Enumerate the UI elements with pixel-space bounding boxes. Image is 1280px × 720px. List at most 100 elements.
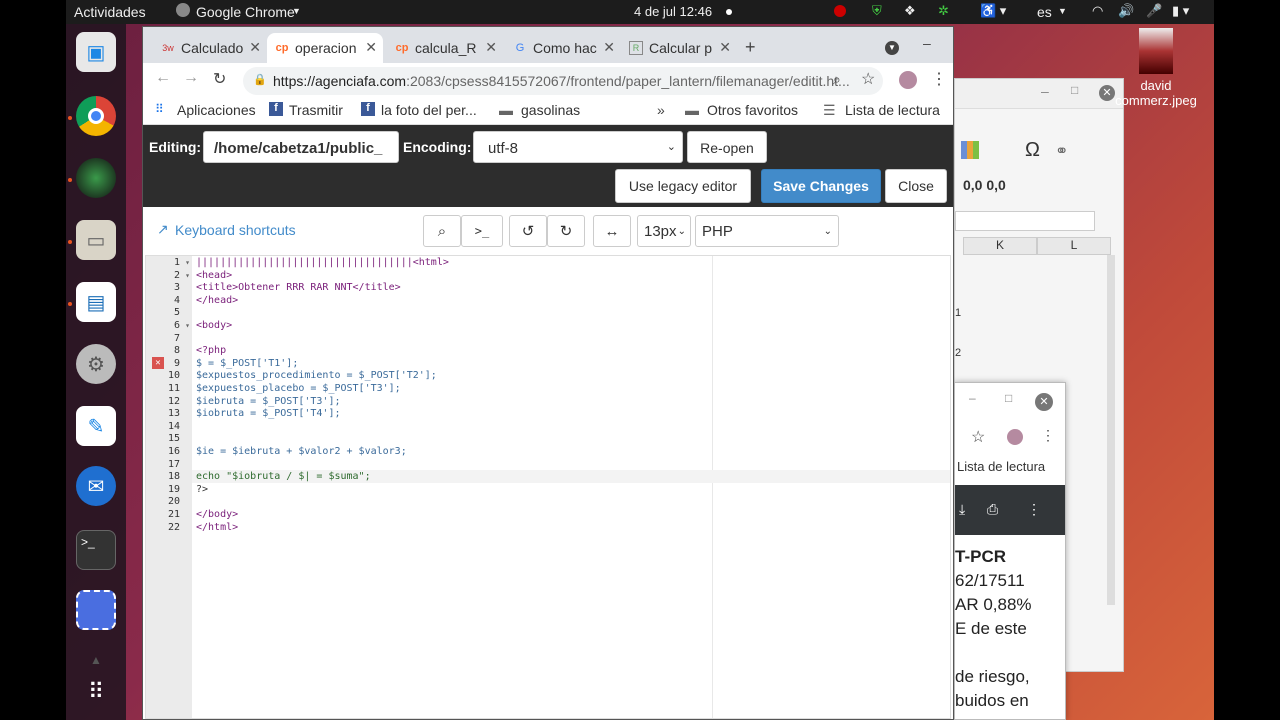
download-icon[interactable]: ⤓: [959, 501, 965, 518]
reopen-button[interactable]: Re-open: [687, 131, 767, 163]
fold-arrow-icon[interactable]: ▾: [185, 321, 190, 330]
minimize-icon[interactable]: –: [923, 35, 931, 51]
mic-icon[interactable]: 🎤: [1146, 3, 1162, 19]
close-tab-icon[interactable]: ✕: [603, 39, 615, 56]
formula-input[interactable]: [955, 211, 1095, 231]
camera-app-icon[interactable]: [76, 158, 116, 198]
omega-icon[interactable]: Ω: [1025, 139, 1040, 162]
goto-line-button[interactable]: >_: [461, 215, 503, 247]
shield-icon[interactable]: ⛨: [872, 3, 882, 19]
code-line[interactable]: $iobruta = $_POST['T4'];: [196, 408, 341, 419]
apps-icon[interactable]: ⠿: [155, 102, 164, 116]
text-editor-icon[interactable]: ✎: [76, 406, 116, 446]
desktop-file-icon[interactable]: david commerz.jpeg: [1106, 28, 1206, 108]
software-store-icon[interactable]: ▣: [76, 32, 116, 72]
menu-icon[interactable]: ⋮: [1041, 427, 1055, 444]
extension-icon[interactable]: ✲: [938, 3, 949, 19]
new-tab-icon[interactable]: +: [745, 37, 756, 58]
writer-icon[interactable]: ▤: [76, 282, 116, 322]
app-grid-icon[interactable]: ⠿: [76, 672, 116, 712]
error-icon[interactable]: ✕: [152, 357, 164, 369]
back-icon[interactable]: ←: [155, 69, 171, 87]
app-menu[interactable]: Google Chrome: [196, 4, 295, 20]
files-icon[interactable]: ▭: [76, 220, 116, 260]
avatar[interactable]: [1007, 429, 1023, 445]
code-line[interactable]: ?>: [196, 484, 208, 495]
bookmark-lista-lectura[interactable]: Lista de lectura: [845, 102, 940, 118]
code-editor[interactable]: 1 ▾ 2 ▾ 3 4 5 6 ▾ 7 8 9 10 11 12 13 14 15 16 17 18 19 20 21 22 ✕…: [145, 255, 951, 719]
record-icon[interactable]: [834, 5, 846, 17]
code-line[interactable]: <title>Obtener RRR RAR NNT</title>: [196, 282, 401, 293]
undo-button[interactable]: ↺: [509, 215, 547, 247]
link-icon[interactable]: ⚭: [1055, 141, 1068, 161]
clock[interactable]: 4 de jul 12:46: [634, 4, 712, 19]
close-tab-icon[interactable]: ✕: [365, 39, 377, 56]
code-line[interactable]: $iebruta = $_POST['T3'];: [196, 396, 341, 407]
code-line[interactable]: <head>: [196, 270, 232, 281]
reload-icon[interactable]: ↻: [213, 69, 226, 89]
bookmark-foto[interactable]: la foto del per...: [381, 102, 477, 118]
wrap-button[interactable]: ↔: [593, 215, 631, 247]
decimal-icon[interactable]: 0,0 0,0: [963, 177, 1006, 193]
col-header-l[interactable]: L: [1037, 237, 1111, 255]
close-icon[interactable]: ✕: [1035, 393, 1053, 411]
volume-icon[interactable]: 🔊: [1118, 3, 1134, 19]
encoding-select[interactable]: utf-8 ⌄: [473, 131, 683, 163]
code-line[interactable]: echo "$iobruta / $| = $suma";: [196, 471, 371, 482]
code-line[interactable]: <?php: [196, 345, 226, 356]
fold-arrow-icon[interactable]: ▾: [185, 258, 190, 267]
wifi-icon[interactable]: ◠: [1092, 3, 1103, 19]
chart-icon[interactable]: [961, 141, 979, 159]
forward-icon[interactable]: →: [183, 69, 199, 87]
save-changes-button[interactable]: Save Changes: [761, 169, 881, 203]
maximize-icon[interactable]: □: [1005, 391, 1012, 405]
bookmark-aplicaciones[interactable]: Aplicaciones: [177, 102, 256, 118]
minimize-icon[interactable]: –: [1041, 83, 1049, 99]
language-indicator[interactable]: es: [1037, 4, 1052, 20]
code-line[interactable]: </body>: [196, 509, 238, 520]
close-tab-icon[interactable]: ✕: [485, 39, 497, 56]
battery-icon[interactable]: ▮ ▾: [1172, 3, 1189, 19]
maximize-icon[interactable]: □: [1071, 83, 1078, 97]
bookmark-star-icon[interactable]: ☆: [861, 69, 875, 89]
code-line[interactable]: ||||||||||||||||||||||||||||||||||||<htm…: [196, 257, 449, 268]
tab-operacion[interactable]: cp operacion ✕: [267, 33, 383, 63]
more-icon[interactable]: ⋮: [1027, 501, 1041, 518]
tab-calcula-r[interactable]: cp calcula_R ✕: [387, 33, 503, 63]
code-line[interactable]: </head>: [196, 295, 238, 306]
thunderbird-icon[interactable]: ✉: [76, 466, 116, 506]
profile-avatar[interactable]: [899, 71, 917, 89]
tab-calcular[interactable]: R Calcular p ✕: [621, 33, 737, 63]
keyboard-shortcuts-link[interactable]: Keyboard shortcuts: [175, 222, 296, 238]
file-path-field[interactable]: /home/cabetza1/public_: [203, 131, 399, 163]
fold-arrow-icon[interactable]: ▾: [185, 271, 190, 280]
search-button[interactable]: ⌕: [423, 215, 461, 247]
accessibility-icon[interactable]: ♿ ▾: [980, 3, 1006, 19]
code-line[interactable]: $expuestos_placebo = $_POST['T3'];: [196, 383, 401, 394]
code-line[interactable]: $ = $_POST['T1'];: [196, 358, 298, 369]
bookmark-trasmitir[interactable]: Trasmitir: [289, 102, 343, 118]
menu-icon[interactable]: ⋮: [931, 69, 947, 89]
code-line[interactable]: $ie = $iebruta + $valor2 + $valor3;: [196, 446, 407, 457]
mode-select[interactable]: PHP ⌄: [695, 215, 839, 247]
terminal-icon[interactable]: >_: [76, 530, 116, 570]
code-line[interactable]: </html>: [196, 522, 238, 533]
col-header-k[interactable]: K: [963, 237, 1037, 255]
legacy-editor-button[interactable]: Use legacy editor: [615, 169, 751, 203]
star-icon[interactable]: ☆: [971, 427, 985, 447]
activities-button[interactable]: Actividades: [74, 4, 146, 20]
tab-como-hacer[interactable]: G Como hac ✕: [505, 33, 621, 63]
vertical-scrollbar[interactable]: [1107, 255, 1115, 605]
close-button[interactable]: Close: [885, 169, 947, 203]
dropbox-icon[interactable]: ❖: [904, 3, 916, 19]
settings-icon[interactable]: ⚙: [76, 344, 116, 384]
bookmark-gasolinas[interactable]: gasolinas: [521, 102, 580, 118]
close-tab-icon[interactable]: ✕: [249, 39, 261, 56]
redo-button[interactable]: ↻: [547, 215, 585, 247]
zoom-icon[interactable]: ⌕: [833, 71, 841, 88]
code-line[interactable]: <body>: [196, 320, 232, 331]
code-line[interactable]: $expuestos_procedimiento = $_POST['T2'];: [196, 370, 437, 381]
print-icon[interactable]: ⎙: [987, 501, 998, 518]
bookmark-otros-favoritos[interactable]: Otros favoritos: [707, 102, 798, 118]
font-size-select[interactable]: 13px ⌄: [637, 215, 691, 247]
